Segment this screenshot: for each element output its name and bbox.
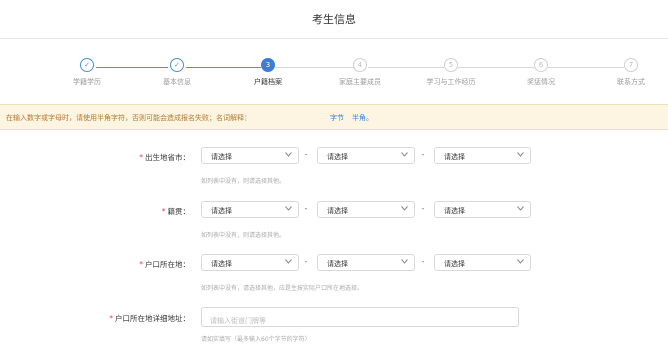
native-place-hint: 如列表中没有，则请选择其他。 <box>201 232 286 239</box>
separator-dash: - <box>421 204 425 213</box>
birthplace-city-select[interactable]: 请选择 <box>317 147 415 164</box>
step-label: 奖惩情况 <box>527 78 555 86</box>
step-label: 户籍档案 <box>254 78 282 86</box>
required-mark: * <box>161 207 166 216</box>
step-3[interactable]: 3 户籍档案 <box>228 58 308 87</box>
notice-text: 在输入数字或字母时，请使用半角字符，否则可能会造成报名失败；名词解释： <box>6 114 251 122</box>
native-place-label: * 籍贯： <box>161 207 190 216</box>
step-5[interactable]: 5 学习与工作经历 <box>411 58 491 87</box>
hukou-address-label: * 户口所在地详细地址： <box>109 314 190 323</box>
step-label: 联系方式 <box>617 78 645 86</box>
native-province-select[interactable]: 请选择 <box>201 201 299 218</box>
required-mark: * <box>109 314 113 323</box>
notice-bar: 在输入数字或字母时，请使用半角字符，否则可能会造成报名失败；名词解释： 字节 半… <box>0 104 668 130</box>
hukou-label: * 户口所在地： <box>139 260 190 269</box>
chevron-down-icon <box>401 152 408 157</box>
step-label: 家庭主要成员 <box>339 78 381 86</box>
hukou-province-select[interactable]: 请选择 <box>201 254 299 271</box>
hukou-city-select[interactable]: 请选择 <box>317 254 415 271</box>
check-icon: ✓ <box>80 58 94 72</box>
notice-link-byte[interactable]: 字节 <box>330 113 344 123</box>
birthplace-district-select[interactable]: 请选择 <box>434 147 531 164</box>
step-label: 学习与工作经历 <box>426 78 476 86</box>
chevron-down-icon <box>285 206 292 211</box>
separator-dash: - <box>304 150 308 159</box>
chevron-down-icon <box>517 152 524 157</box>
birthplace-label: * 出生地省市： <box>139 153 190 162</box>
separator-dash: - <box>421 257 425 266</box>
page-header: 考生信息 <box>0 0 668 39</box>
separator-dash: - <box>421 150 425 159</box>
native-city-select[interactable]: 请选择 <box>317 201 415 218</box>
chevron-down-icon <box>401 206 408 211</box>
hukou-address-input-wrap <box>201 307 519 330</box>
step-label: 学籍学历 <box>73 78 101 86</box>
hukou-address-input[interactable] <box>202 312 518 330</box>
step-number: 7 <box>624 58 638 72</box>
step-number: 6 <box>534 58 548 72</box>
step-6[interactable]: 6 奖惩情况 <box>501 58 581 87</box>
separator-dash: - <box>304 257 308 266</box>
hukou-address-hint: 请如实填写（最多输入60个字节的字符） <box>201 336 311 343</box>
step-number: 5 <box>444 58 458 72</box>
step-4[interactable]: 4 家庭主要成员 <box>320 58 400 87</box>
separator-dash: - <box>304 204 308 213</box>
step-7[interactable]: 7 联系方式 <box>591 58 668 87</box>
hukou-district-select[interactable]: 请选择 <box>434 254 531 271</box>
chevron-down-icon <box>401 259 408 264</box>
birthplace-province-select[interactable]: 请选择 <box>201 147 299 164</box>
step-number: 4 <box>353 58 367 72</box>
required-mark: * <box>139 260 143 269</box>
required-mark: * <box>139 153 143 162</box>
check-icon: ✓ <box>170 58 184 72</box>
step-2[interactable]: ✓ 基本信息 <box>137 58 217 87</box>
page-title: 考生信息 <box>312 13 356 26</box>
step-label: 基本信息 <box>163 78 191 86</box>
chevron-down-icon <box>285 152 292 157</box>
birthplace-hint: 如列表中没有，则请选择其他。 <box>201 178 286 185</box>
chevron-down-icon <box>285 259 292 264</box>
step-number: 3 <box>261 58 275 72</box>
chevron-down-icon <box>517 206 524 211</box>
native-district-select[interactable]: 请选择 <box>434 201 531 218</box>
chevron-down-icon <box>517 259 524 264</box>
step-1[interactable]: ✓ 学籍学历 <box>47 58 127 87</box>
hukou-hint: 如列表中没有，请选择其他，应是生按实际户口所在地选择。 <box>201 285 364 292</box>
notice-link-halfwidth[interactable]: 半角。 <box>352 113 373 123</box>
